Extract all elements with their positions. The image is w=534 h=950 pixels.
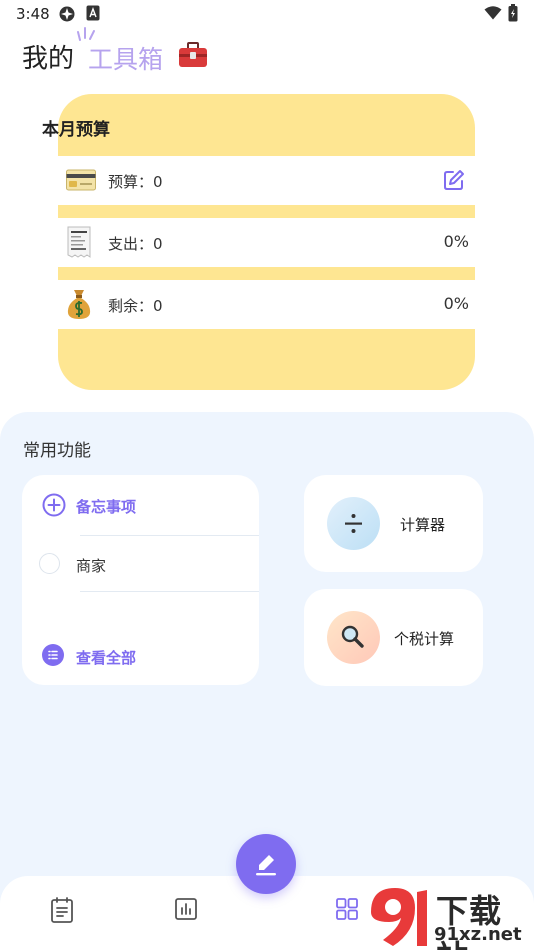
edit-icon[interactable] [443,169,465,191]
page-title: 我的 [22,44,75,74]
divide-icon [345,514,362,533]
grid-nav-icon[interactable] [335,897,359,921]
tax-calculator-badge [327,611,380,664]
remaining-percent: 0% [443,294,469,313]
budget-title: 本月预算 [42,120,110,140]
pen-icon [256,855,276,876]
add-memo-button[interactable]: 备忘事项 [76,496,136,517]
edit-fab-button[interactable] [236,834,296,894]
budget-row-expense: 支出：0 0% [58,218,475,267]
calculator-label: 计算器 [400,516,446,534]
wifi-icon [484,6,502,20]
memo-item-checkbox[interactable] [39,553,60,574]
credit-card-icon [66,169,96,191]
toolbox-icon [179,42,207,67]
page-title-accent: 工具箱 [88,45,164,74]
chart-nav-icon[interactable] [174,897,198,921]
tax-calculator-label: 个税计算 [394,630,455,648]
status-time: 3:48 [16,5,50,23]
expense-row-label: 支出：0 [108,235,163,253]
budget-row-budget[interactable]: 预算：0 [58,156,475,205]
calculator-badge [327,497,380,550]
tax-calculator-card[interactable]: 个税计算 [304,589,483,686]
notification-icon [86,5,100,21]
list-icon[interactable] [42,644,64,666]
divider [80,535,259,536]
remaining-row-label: 剩余：0 [108,297,163,315]
money-bag-icon [67,290,91,319]
budget-row-label: 预算：0 [108,173,163,191]
features-title: 常用功能 [23,441,91,461]
watermark-url: 91xz.net [434,924,522,945]
battery-icon [508,4,518,22]
expense-percent: 0% [443,232,469,251]
calculator-card[interactable]: 计算器 [304,475,483,572]
notes-nav-icon[interactable] [50,897,74,923]
budget-row-remaining: 剩余：0 0% [58,280,475,329]
receipt-icon [67,226,91,258]
status-bar: 3:48 [0,0,534,28]
divider [80,591,259,592]
view-all-button[interactable]: 查看全部 [76,647,136,668]
magnifier-icon [341,625,364,648]
add-circle-icon[interactable] [42,493,66,517]
memo-card: 备忘事项 商家 查看全部 [22,475,259,685]
app-status-icon [59,6,75,22]
memo-item-label[interactable]: 商家 [76,555,106,576]
